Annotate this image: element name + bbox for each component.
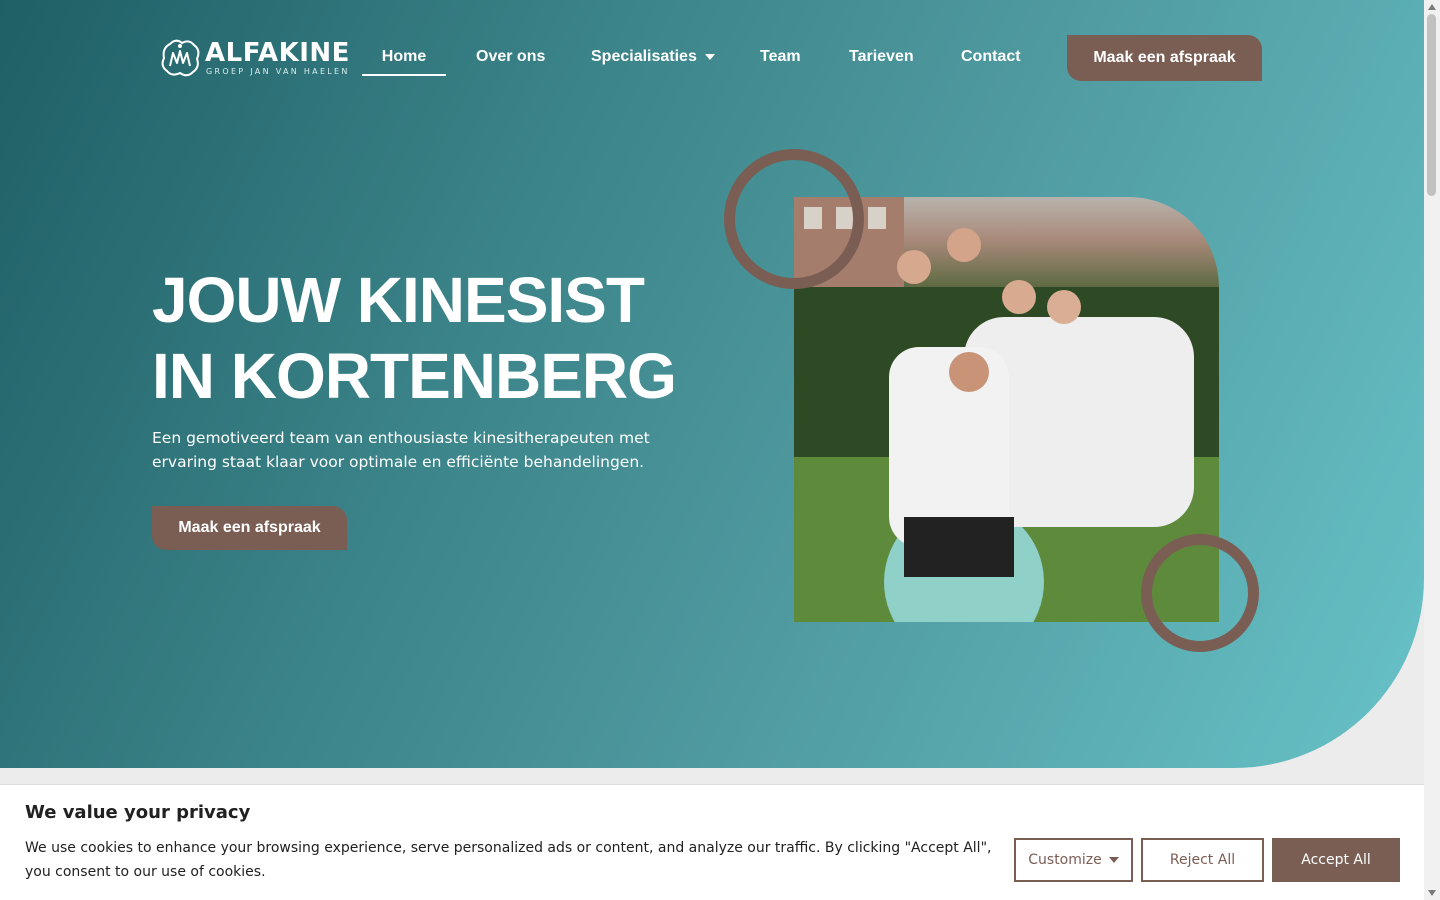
hero-subtitle: Een gemotiveerd team van enthousiaste ki… xyxy=(152,429,650,471)
cookie-banner: We value your privacy We use cookies to … xyxy=(0,784,1424,900)
cookie-title: We value your privacy xyxy=(25,802,251,823)
header-appointment-button[interactable]: Maak een afspraak xyxy=(1067,35,1262,81)
nav-item-team[interactable]: Team xyxy=(760,48,801,72)
brand-tagline: GROEP JAN VAN HAELEN xyxy=(206,67,350,76)
scroll-down-icon[interactable] xyxy=(1428,890,1436,896)
customize-button-label: Customize xyxy=(1028,852,1102,868)
hero-title: JOUW KINESIST IN KORTENBERG xyxy=(152,262,712,414)
chevron-down-icon xyxy=(704,53,715,60)
logo[interactable]: ALFAKINE GROEP JAN VAN HAELEN xyxy=(158,36,349,82)
nav-item-specialisaties-label: Specialisaties xyxy=(591,48,697,65)
nav-item-home[interactable]: Home xyxy=(362,48,446,76)
nav-item-contact[interactable]: Contact xyxy=(961,48,1021,72)
chevron-down-icon xyxy=(1108,857,1119,863)
hero-appointment-button[interactable]: Maak een afspraak xyxy=(152,506,347,550)
hero-title-line-1: JOUW KINESIST xyxy=(152,264,645,336)
nav-item-over-ons[interactable]: Over ons xyxy=(476,48,545,72)
nav-item-tarieven[interactable]: Tarieven xyxy=(849,48,914,72)
page: ALFAKINE GROEP JAN VAN HAELEN Home Over … xyxy=(0,0,1424,900)
decorative-ring-top xyxy=(724,149,864,289)
accept-all-button[interactable]: Accept All xyxy=(1272,838,1400,882)
brand-name: ALFAKINE xyxy=(205,38,350,68)
scrollbar[interactable] xyxy=(1424,0,1440,900)
scroll-up-icon[interactable] xyxy=(1428,4,1436,10)
decorative-ring-bottom xyxy=(1141,534,1259,652)
scrollbar-thumb[interactable] xyxy=(1427,14,1436,196)
reject-all-button[interactable]: Reject All xyxy=(1141,838,1264,882)
hero-title-line-2: IN KORTENBERG xyxy=(152,340,677,412)
hero-section: ALFAKINE GROEP JAN VAN HAELEN Home Over … xyxy=(0,0,1424,768)
cookie-text: We use cookies to enhance your browsing … xyxy=(25,840,992,880)
logo-mark-icon xyxy=(161,39,200,77)
nav-item-specialisaties[interactable]: Specialisaties xyxy=(591,48,715,72)
customize-button[interactable]: Customize xyxy=(1014,838,1133,882)
